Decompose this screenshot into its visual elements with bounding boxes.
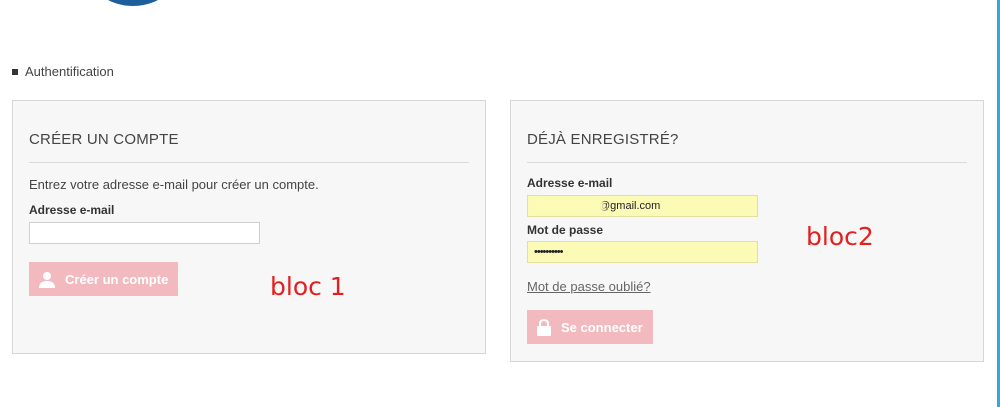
login-password-label: Mot de passe	[527, 223, 604, 237]
create-email-label: Adresse e-mail	[29, 203, 115, 217]
create-account-panel: CRÉER UN COMPTE Entrez votre adresse e-m…	[12, 100, 486, 354]
login-email-label: Adresse e-mail	[527, 176, 613, 190]
login-email-value: @gmail.com	[599, 200, 661, 212]
login-panel: DÉJÀ ENREGISTRÉ? Adresse e-mail @gmail.c…	[510, 100, 984, 362]
lock-icon	[537, 318, 551, 336]
login-email-input[interactable]: @gmail.com	[527, 195, 758, 217]
login-button-label: Se connecter	[561, 319, 643, 335]
create-account-button[interactable]: Créer un compte	[29, 262, 179, 296]
redacted-region	[534, 200, 604, 212]
create-account-title: CRÉER UN COMPTE	[29, 131, 179, 148]
annotation-bloc-2: bloc2	[806, 222, 874, 251]
create-account-button-label: Créer un compte	[65, 271, 169, 287]
divider	[29, 162, 469, 163]
user-icon	[39, 271, 55, 288]
annotation-bloc-1: bloc 1	[270, 272, 346, 301]
create-email-input[interactable]	[29, 222, 260, 244]
login-button[interactable]: Se connecter	[527, 310, 653, 344]
site-logo[interactable]	[78, 0, 188, 6]
login-password-input[interactable]	[527, 241, 758, 263]
divider	[527, 162, 967, 163]
breadcrumb-bullet-icon	[12, 68, 18, 75]
create-account-intro: Entrez votre adresse e-mail pour créer u…	[29, 177, 319, 192]
login-title: DÉJÀ ENREGISTRÉ?	[527, 131, 679, 148]
forgot-password-link[interactable]: Mot de passe oublié?	[527, 279, 651, 294]
breadcrumb-current: Authentification	[25, 64, 114, 79]
breadcrumb: Authentification	[12, 64, 114, 79]
